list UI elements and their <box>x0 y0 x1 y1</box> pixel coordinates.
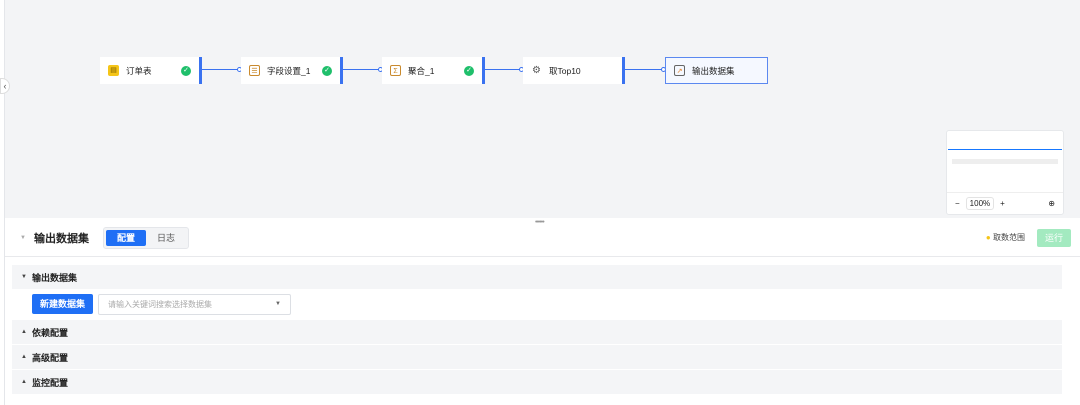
node-label: 取Top10 <box>549 65 581 76</box>
flow-node-output-dataset[interactable]: ↗ 输出数据集 <box>665 57 768 84</box>
zoom-in-button[interactable]: + <box>1000 199 1005 208</box>
section-label: 依赖配置 <box>31 327 68 338</box>
section-dependency[interactable]: ▲ 依赖配置 <box>12 320 1062 344</box>
check-icon: ✓ <box>464 65 474 76</box>
run-button[interactable]: 运行 <box>1037 229 1071 247</box>
flow-node-field-settings[interactable]: ☰ 字段设置_1 ✓ <box>241 57 343 84</box>
divider <box>5 256 1080 257</box>
zoom-level[interactable]: 100% <box>965 197 995 210</box>
caret-up-icon: ▲ <box>21 354 27 360</box>
field-settings-icon: ☰ <box>249 65 260 76</box>
config-panel: •••••• ▼ 输出数据集 配置 日志 ● 取数范围 运行 ▼ 输出数据集 新建… <box>5 218 1080 405</box>
output-icon: ↗ <box>674 65 685 76</box>
sigma-icon: Σ <box>390 65 401 76</box>
caret-down-icon: ▼ <box>21 274 27 280</box>
caret-up-icon: ▲ <box>21 379 27 385</box>
resize-handle[interactable]: •••••• <box>535 219 545 226</box>
data-range-label: 取数范围 <box>993 233 1025 242</box>
tab-log[interactable]: 日志 <box>146 230 186 246</box>
panel-title: 输出数据集 <box>33 233 89 245</box>
node-label: 字段设置_1 <box>267 65 311 76</box>
section-monitoring[interactable]: ▲ 监控配置 <box>12 370 1062 394</box>
section-label: 高级配置 <box>31 352 68 363</box>
node-label: 输出数据集 <box>692 65 735 76</box>
connector <box>485 69 523 70</box>
new-dataset-button[interactable]: 新建数据集 <box>32 294 93 314</box>
section-label: 输出数据集 <box>31 272 77 283</box>
minimap-viewport[interactable] <box>948 149 1062 150</box>
section-label: 监控配置 <box>31 377 68 388</box>
minimap-preview <box>952 159 1058 164</box>
gear-icon: ⚙ <box>532 65 541 76</box>
section-advanced[interactable]: ▲ 高级配置 <box>12 345 1062 369</box>
check-icon: ✓ <box>181 65 191 76</box>
pin-icon: ● <box>985 233 991 242</box>
data-range-link[interactable]: ● 取数范围 <box>986 232 1025 243</box>
zoom-out-button[interactable]: − <box>955 199 960 208</box>
chevron-down-icon: ▼ <box>275 301 281 307</box>
minimap[interactable]: − 100% + ⊕ <box>946 130 1064 215</box>
flow-node-order-table[interactable]: ▤ 订单表 ✓ <box>100 57 202 84</box>
collapse-panel-icon[interactable]: ▼ <box>20 235 26 241</box>
tab-config[interactable]: 配置 <box>105 230 146 246</box>
caret-up-icon: ▲ <box>21 329 27 335</box>
node-label: 订单表 <box>126 65 152 76</box>
flow-canvas[interactable]: ▤ 订单表 ✓ ☰ 字段设置_1 ✓ Σ 聚合_1 ✓ ⚙ 取Top10 ↗ 输… <box>0 0 1080 218</box>
connector <box>625 69 665 70</box>
connector <box>343 69 382 70</box>
fit-view-icon[interactable]: ⊕ <box>1048 199 1055 208</box>
section-output-dataset[interactable]: ▼ 输出数据集 <box>12 265 1062 289</box>
table-icon: ▤ <box>108 65 119 76</box>
dataset-placeholder: 请输入关键词搜索选择数据集 <box>108 300 212 309</box>
check-icon: ✓ <box>322 65 332 76</box>
dataset-select[interactable]: 请输入关键词搜索选择数据集 ▼ <box>98 294 291 315</box>
panel-tabs: 配置 日志 <box>102 227 189 249</box>
connector <box>202 69 241 70</box>
node-label: 聚合_1 <box>408 65 435 76</box>
flow-node-aggregate[interactable]: Σ 聚合_1 ✓ <box>382 57 485 84</box>
flow-node-top10[interactable]: ⚙ 取Top10 <box>523 57 625 84</box>
